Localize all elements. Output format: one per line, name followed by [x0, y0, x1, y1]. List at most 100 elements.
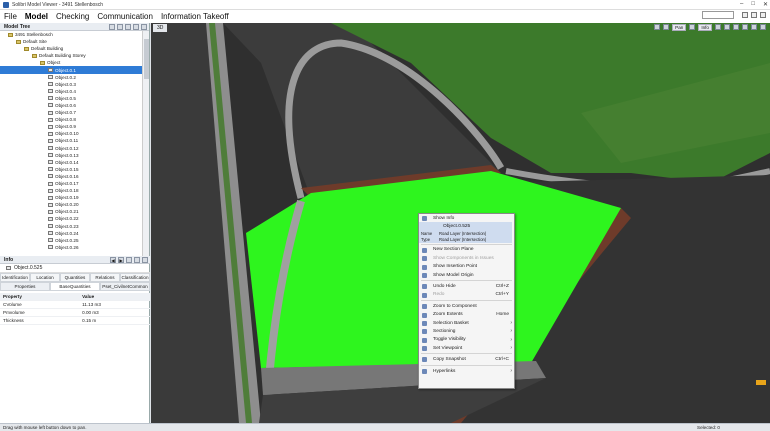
camera-icon[interactable] — [760, 24, 766, 30]
tab-quantities[interactable]: Quantities — [60, 273, 90, 282]
tree-node[interactable]: Object.0.26 — [0, 244, 149, 251]
menu-item[interactable]: New Section Plane — [419, 246, 514, 254]
menu-item[interactable]: Selection Basket › — [419, 319, 514, 327]
menu-information-takeoff[interactable]: Information Takeoff — [161, 12, 229, 21]
tree-node[interactable]: Object.0.22 — [0, 215, 149, 222]
tree-node[interactable]: Object.0.7 — [0, 109, 149, 116]
property-table: Property Value CVolume 11.13 m3 Pmvolume… — [0, 293, 150, 325]
tree-node[interactable]: Default Site — [0, 38, 149, 45]
tree-node[interactable]: Object.0.23 — [0, 223, 149, 230]
scroll-thumb[interactable] — [144, 39, 149, 79]
locate-icon[interactable] — [126, 257, 132, 263]
tree-node[interactable]: Object.0.18 — [0, 187, 149, 194]
tree-node[interactable]: Object.0.2 — [0, 74, 149, 81]
tree-node[interactable]: Object.0.14 — [0, 159, 149, 166]
close-panel-icon[interactable] — [141, 24, 147, 30]
folder-icon — [32, 53, 37, 58]
tree-node[interactable]: Object.0.24 — [0, 230, 149, 237]
menu-item[interactable]: Copy Snapshot Ctrl+C — [419, 355, 514, 363]
tree-node[interactable]: 3491 Stellenbosch — [0, 31, 149, 38]
menu-item-label: Set Viewpoint — [433, 345, 463, 351]
zoom-icon[interactable] — [689, 24, 696, 30]
menu-checking[interactable]: Checking — [56, 12, 89, 21]
tree-node[interactable]: Object.0.9 — [0, 123, 149, 130]
tree-node[interactable]: Object.0.3 — [0, 81, 149, 88]
tree-node[interactable]: Object.0.15 — [0, 166, 149, 173]
options-icon[interactable] — [117, 24, 123, 30]
info-button[interactable]: Info — [698, 24, 712, 31]
tab-classification[interactable]: Classification — [120, 273, 150, 282]
maximize-button[interactable]: □ — [751, 1, 755, 8]
transparency-icon[interactable] — [733, 24, 739, 30]
menu-item-label: New Section Plane — [433, 247, 474, 253]
tab-properties[interactable]: Properties — [0, 282, 50, 291]
menu-item[interactable]: Zoom Extents Home — [419, 311, 514, 319]
forward-icon[interactable]: ▶ — [118, 257, 124, 263]
tree-node[interactable]: Object.0.8 — [0, 116, 149, 123]
menu-item[interactable]: Zoom to Component — [419, 302, 514, 310]
menu-item[interactable]: Hyperlinks › — [419, 367, 514, 375]
close-button[interactable]: ✕ — [763, 1, 768, 8]
minimize-button[interactable]: – — [740, 1, 743, 8]
left-panel: Model Tree 3491 Stellenbosch Default Site… — [0, 23, 150, 423]
tree-node[interactable]: Object.0.1 — [0, 66, 149, 74]
orientation-arrow-icon[interactable] — [756, 380, 766, 385]
tab-pset-civilnetcommon[interactable]: Pset_CivilnetCommon — [100, 282, 150, 291]
section-icon[interactable] — [742, 24, 748, 30]
close-panel-icon[interactable] — [142, 257, 148, 263]
search-input[interactable] — [702, 11, 734, 19]
menu-item[interactable]: Sectioning › — [419, 327, 514, 335]
menu-item[interactable]: Toggle Visibility › — [419, 336, 514, 344]
submenu-object[interactable]: Object.0.525 — [419, 222, 512, 230]
tree-node[interactable]: Object.0.25 — [0, 237, 149, 244]
measure-icon[interactable] — [751, 24, 757, 30]
tree-scrollbar[interactable] — [142, 31, 149, 256]
tree-node[interactable]: Object.0.13 — [0, 152, 149, 159]
tab-relations[interactable]: Relations — [90, 273, 120, 282]
tree-node[interactable]: Object.0.4 — [0, 88, 149, 95]
tree-node[interactable]: Object.0.20 — [0, 201, 149, 208]
maximize-panel-icon[interactable] — [134, 257, 140, 263]
viewport-tab-3d[interactable]: 3D — [153, 24, 168, 32]
menu-model[interactable]: Model — [25, 12, 48, 21]
orbit-icon[interactable] — [663, 24, 670, 30]
expand-icon[interactable] — [125, 24, 131, 30]
tree-node[interactable]: Default Building — [0, 45, 149, 52]
home-icon[interactable] — [654, 24, 661, 30]
tree-node[interactable]: Object.0.11 — [0, 137, 149, 144]
tree-node[interactable]: Default Building Storey — [0, 52, 149, 59]
menu-item-show-info[interactable]: Show Info — [419, 214, 514, 222]
pan-button[interactable]: Pan — [672, 24, 687, 31]
tab-location[interactable]: Location — [30, 273, 60, 282]
filter-icon[interactable] — [109, 24, 115, 30]
menu-communication[interactable]: Communication — [97, 12, 153, 21]
table-row[interactable]: CVolume 11.13 m3 — [0, 300, 150, 309]
table-row[interactable]: Thickness 0.15 m — [0, 316, 150, 325]
search-icon[interactable] — [742, 12, 748, 18]
tree-node[interactable]: Object.0.10 — [0, 130, 149, 137]
tree-node[interactable]: Object.0.5 — [0, 95, 149, 102]
hide-icon[interactable] — [715, 24, 721, 30]
menu-item[interactable]: Undo Hide Ctrl+Z — [419, 282, 514, 290]
tab-identification[interactable]: Identification — [0, 273, 30, 282]
tree-node[interactable]: Object.0.19 — [0, 194, 149, 201]
maximize-panel-icon[interactable] — [133, 24, 139, 30]
isolate-icon[interactable] — [724, 24, 730, 30]
settings-icon[interactable] — [751, 12, 757, 18]
tree-node-label: Object.0.13 — [55, 152, 79, 158]
back-icon[interactable]: ◀ — [110, 257, 116, 263]
table-row[interactable]: Pmvolume 0.00 m3 — [0, 308, 150, 317]
menu-file[interactable]: File — [4, 12, 17, 21]
object-icon — [48, 117, 53, 122]
tree-node[interactable]: Object.0.6 — [0, 102, 149, 109]
help-icon[interactable] — [760, 12, 766, 18]
menu-item[interactable]: Show Insertion Point — [419, 263, 514, 271]
tree-node[interactable]: Object.0.12 — [0, 145, 149, 152]
tab-basequantities[interactable]: BaseQuantities — [50, 282, 100, 291]
tree-node[interactable]: Object.0.17 — [0, 180, 149, 187]
tree-node[interactable]: Object — [0, 59, 149, 66]
menu-item[interactable]: Show Model Origin — [419, 271, 514, 279]
menu-item[interactable]: Set Viewpoint › — [419, 344, 514, 352]
tree-node[interactable]: Object.0.21 — [0, 208, 149, 215]
tree-node[interactable]: Object.0.16 — [0, 173, 149, 180]
